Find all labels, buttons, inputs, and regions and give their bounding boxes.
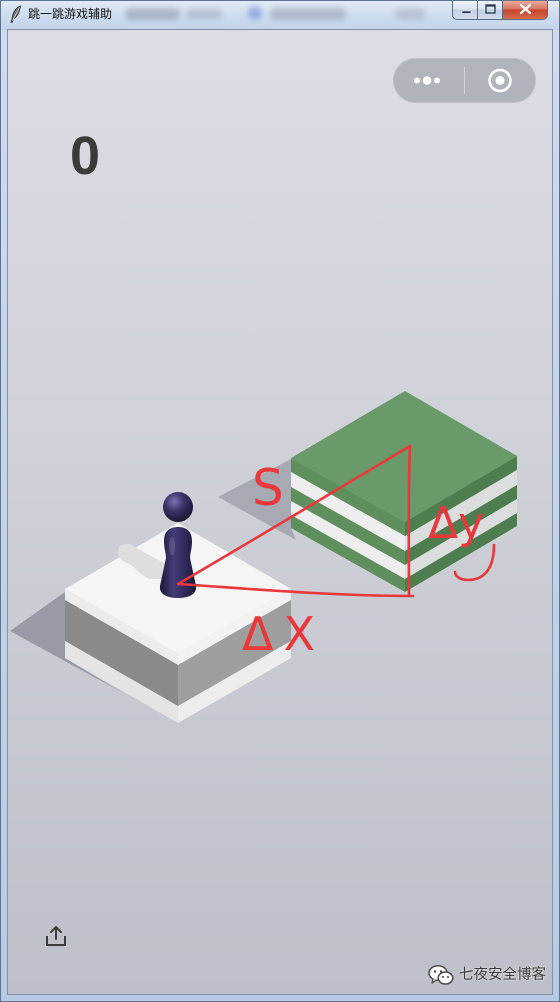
title-bar[interactable]: 跳一跳游戏辅助	[0, 0, 560, 30]
player-piece	[159, 492, 197, 598]
capsule-menu-bar	[393, 58, 536, 103]
piece-highlight	[169, 537, 175, 555]
titlebar-glass-blur	[186, 9, 222, 19]
window-title: 跳一跳游戏辅助	[28, 7, 113, 21]
more-menu-button[interactable]	[393, 58, 464, 103]
maximize-button[interactable]	[478, 0, 503, 20]
watermark-text: 七夜安全博客	[459, 967, 546, 983]
watermark: 七夜安全博客	[428, 963, 546, 987]
share-icon	[46, 926, 66, 946]
titlebar-glass-blur	[270, 8, 346, 20]
more-dots-icon	[414, 76, 440, 85]
game-canvas[interactable]: S Δy ΔX 0 七夜安全博客	[8, 30, 552, 994]
wechat-icon	[428, 964, 454, 985]
minimize-icon	[461, 10, 472, 14]
close-icon	[519, 3, 532, 15]
window-controls	[452, 0, 548, 20]
delta-y-label: Δy	[428, 498, 484, 549]
delta-x-label: ΔX	[242, 607, 325, 661]
feather-icon	[10, 5, 21, 23]
delta-y-line	[407, 444, 412, 598]
target-circle-icon	[488, 68, 512, 93]
titlebar-glass-blur	[395, 8, 425, 20]
maximize-icon	[485, 4, 496, 14]
piece-head	[163, 492, 193, 522]
exit-button[interactable]	[465, 58, 536, 103]
piece-body	[159, 527, 197, 598]
share-button[interactable]	[44, 924, 68, 948]
distance-label: S	[252, 459, 284, 517]
score-display: 0	[70, 126, 101, 186]
titlebar-glass-blur	[248, 6, 262, 20]
minimize-button[interactable]	[452, 0, 478, 20]
target-block	[291, 391, 517, 592]
close-button[interactable]	[503, 0, 548, 20]
titlebar-glass-blur	[125, 8, 180, 20]
